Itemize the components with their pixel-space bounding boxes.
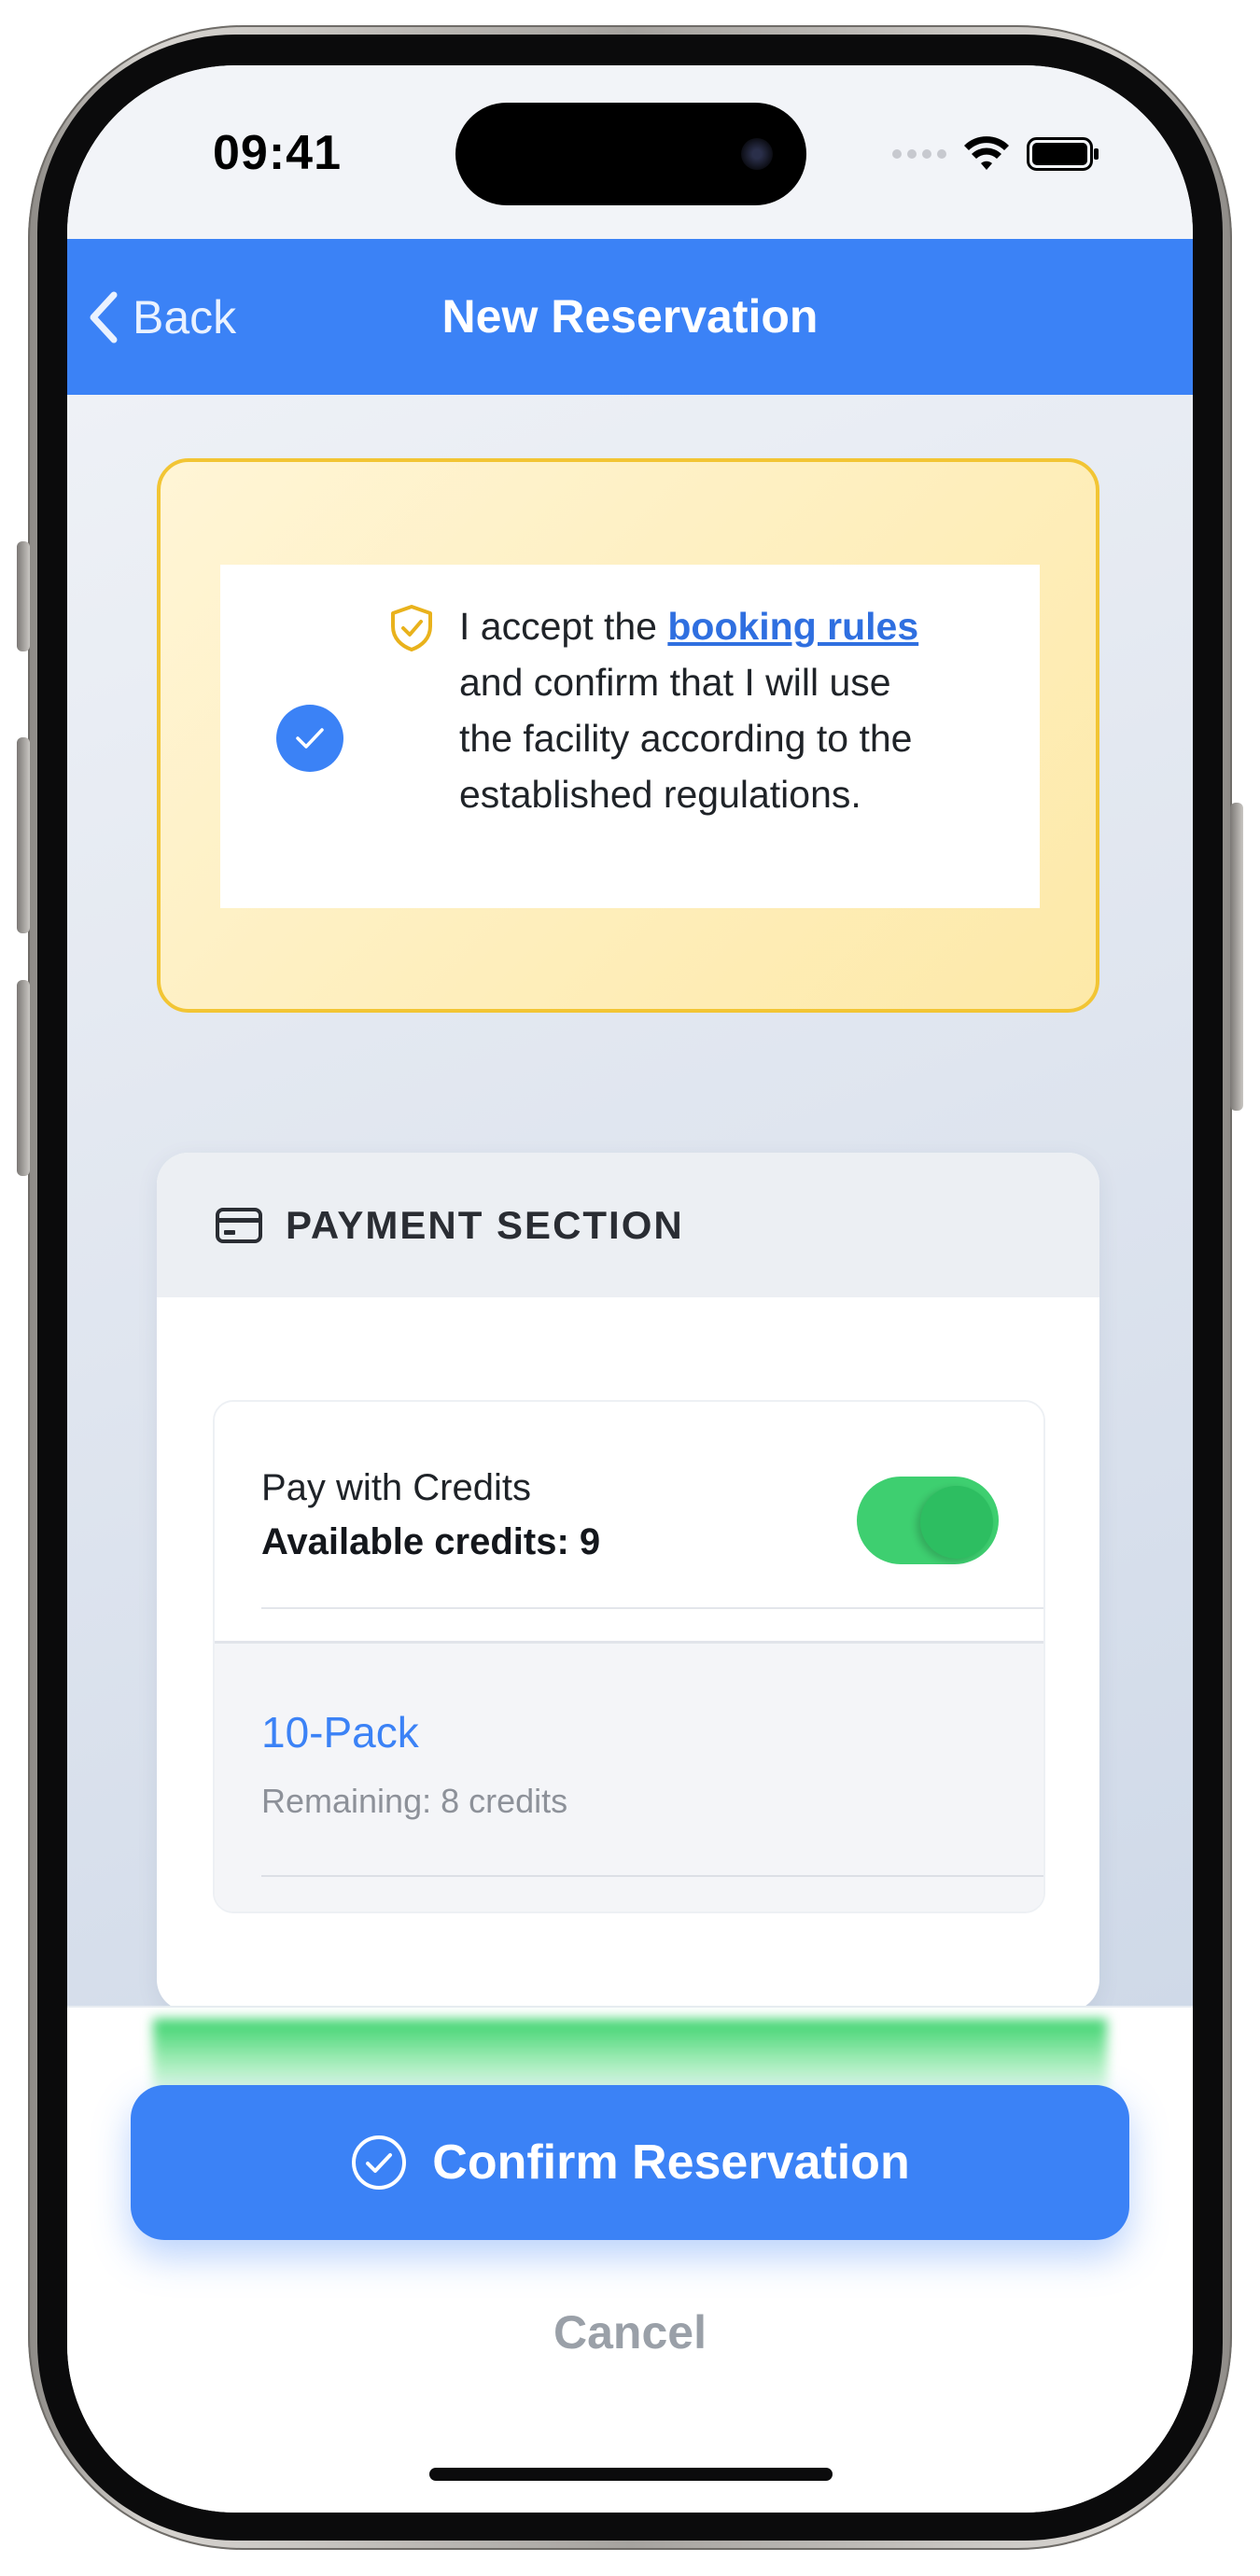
check-icon [296,728,324,749]
divider [261,1875,1043,1877]
pay-with-credits-label: Pay with Credits [261,1467,531,1508]
toggle-knob [920,1486,993,1559]
rules-text-before: I accept the [459,605,668,648]
power-button [1230,803,1243,1111]
status-time: 09:41 [213,126,342,180]
credit-card-icon [215,1207,263,1244]
cancel-button[interactable]: Cancel [67,2305,1193,2359]
accept-rules-checkbox[interactable] [276,705,343,772]
nav-bar: New Reservation Back [67,239,1193,395]
dynamic-island [455,103,806,205]
rules-text-after: and confirm that I will use the facility… [459,661,913,816]
back-button[interactable]: Back [88,239,236,395]
home-indicator[interactable] [429,2468,833,2481]
confirm-label: Confirm Reservation [432,2135,910,2190]
payment-section-title: PAYMENT SECTION [286,1202,684,1247]
divider [261,1607,1043,1609]
cellular-signal-icon [892,149,946,159]
shield-check-icon [391,605,432,651]
rules-acceptance: I accept the booking rules and confirm t… [220,565,1040,908]
battery-icon [1027,137,1099,171]
pay-with-credits-toggle[interactable] [857,1477,999,1564]
rules-text: I accept the booking rules and confirm t… [459,598,945,822]
booking-rules-link[interactable]: booking rules [667,605,918,648]
available-credits: Available credits: 9 [261,1521,601,1562]
rules-card: I accept the booking rules and confirm t… [157,458,1099,1013]
payment-card: PAYMENT SECTION Pay with Credits Availab… [157,1153,1099,2011]
check-circle-icon [352,2135,407,2190]
wifi-icon [964,136,1009,170]
front-camera-icon [741,138,773,170]
status-icons [892,136,1099,172]
credits-box: Pay with Credits Available credits: 9 10… [213,1400,1045,1913]
credit-pack-option[interactable]: 10-Pack Remaining: 8 credits [215,1641,1043,1911]
volume-up-button [17,737,30,933]
action-button [17,541,30,651]
chevron-left-icon [90,291,118,343]
payment-header: PAYMENT SECTION [157,1153,1099,1297]
content: I accept the booking rules and confirm t… [67,395,1193,2011]
pack-name: 10-Pack [261,1708,419,1757]
confirm-reservation-button[interactable]: Confirm Reservation [131,2085,1129,2240]
pay-with-credits-row: Pay with Credits Available credits: 9 [215,1402,1043,1641]
back-label: Back [133,290,237,343]
status-bar: 09:41 [67,65,1193,239]
pack-remaining: Remaining: 8 credits [261,1782,568,1820]
screen: 09:41 New Reservation Back I accept the … [67,65,1193,2513]
volume-down-button [17,980,30,1176]
